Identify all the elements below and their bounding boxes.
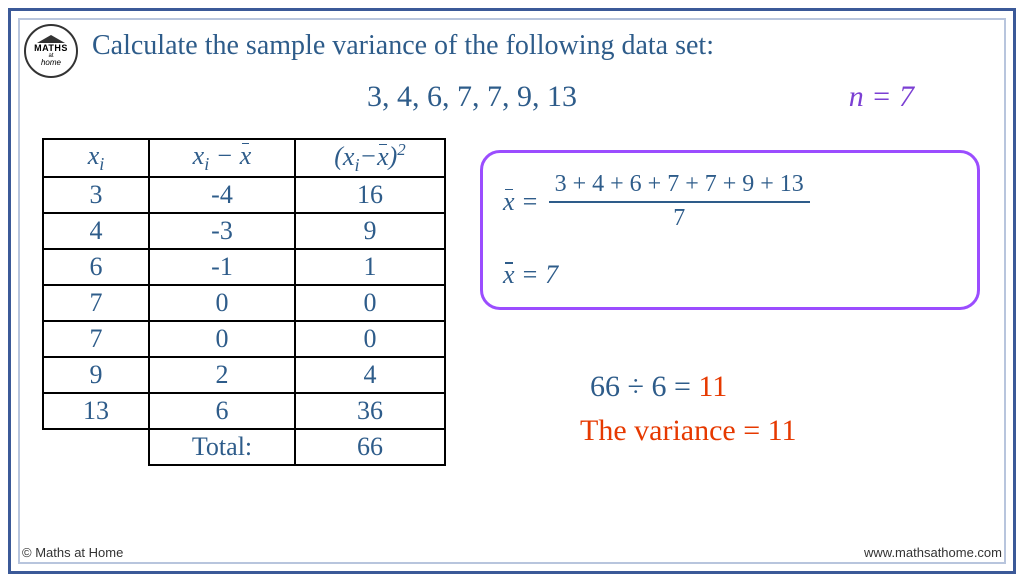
cell-xi: 7 bbox=[43, 321, 149, 357]
cell-sq: 0 bbox=[295, 285, 445, 321]
cell-dev: -3 bbox=[149, 213, 295, 249]
calc-result: 11 bbox=[698, 370, 727, 403]
th-dev: xi − x bbox=[149, 139, 295, 177]
calc-expr: 66 ÷ 6 = bbox=[590, 370, 691, 403]
cell-dev: -4 bbox=[149, 177, 295, 213]
total-value: 66 bbox=[295, 429, 445, 465]
cell-dev: 6 bbox=[149, 393, 295, 429]
n-equals: n = 7 bbox=[849, 80, 914, 114]
cell-xi: 13 bbox=[43, 393, 149, 429]
division-calc: 66 ÷ 6 = 11 bbox=[590, 370, 727, 404]
variance-table: xi xi − x (xi−x)2 3-416 4-39 6-11 700 70… bbox=[42, 138, 446, 466]
cell-dev: 0 bbox=[149, 321, 295, 357]
xbar-lhs: x = bbox=[503, 187, 539, 217]
page-title: Calculate the sample variance of the fol… bbox=[92, 30, 714, 62]
total-label: Total: bbox=[149, 429, 295, 465]
cell-sq: 9 bbox=[295, 213, 445, 249]
logo-line3: home bbox=[41, 59, 61, 67]
cell-xi: 7 bbox=[43, 285, 149, 321]
blank bbox=[43, 429, 149, 465]
cell-sq: 36 bbox=[295, 393, 445, 429]
logo: MATHS at home bbox=[24, 24, 78, 78]
cell-xi: 3 bbox=[43, 177, 149, 213]
website: www.mathsathome.com bbox=[864, 545, 1002, 560]
variance-result: The variance = 11 bbox=[580, 414, 797, 448]
numerator: 3 + 4 + 6 + 7 + 7 + 9 + 13 bbox=[549, 171, 810, 203]
logo-line1: MATHS bbox=[34, 44, 68, 53]
cell-dev: 0 bbox=[149, 285, 295, 321]
cell-xi: 4 bbox=[43, 213, 149, 249]
th-xi: xi bbox=[43, 139, 149, 177]
mean-box: x = 3 + 4 + 6 + 7 + 7 + 9 + 13 7 x = 7 bbox=[480, 150, 980, 310]
cell-xi: 6 bbox=[43, 249, 149, 285]
cell-sq: 1 bbox=[295, 249, 445, 285]
roof-icon bbox=[37, 35, 65, 43]
denominator: 7 bbox=[673, 203, 685, 233]
fraction: 3 + 4 + 6 + 7 + 7 + 9 + 13 7 bbox=[549, 171, 810, 232]
cell-dev: -1 bbox=[149, 249, 295, 285]
mean-result: x = 7 bbox=[503, 260, 957, 290]
cell-xi: 9 bbox=[43, 357, 149, 393]
cell-sq: 0 bbox=[295, 321, 445, 357]
copyright: © Maths at Home bbox=[22, 545, 123, 560]
cell-sq: 16 bbox=[295, 177, 445, 213]
cell-sq: 4 bbox=[295, 357, 445, 393]
th-sq: (xi−x)2 bbox=[295, 139, 445, 177]
data-set: 3, 4, 6, 7, 7, 9, 13 bbox=[367, 80, 577, 114]
mean-formula: x = 3 + 4 + 6 + 7 + 7 + 9 + 13 7 bbox=[503, 171, 957, 232]
cell-dev: 2 bbox=[149, 357, 295, 393]
